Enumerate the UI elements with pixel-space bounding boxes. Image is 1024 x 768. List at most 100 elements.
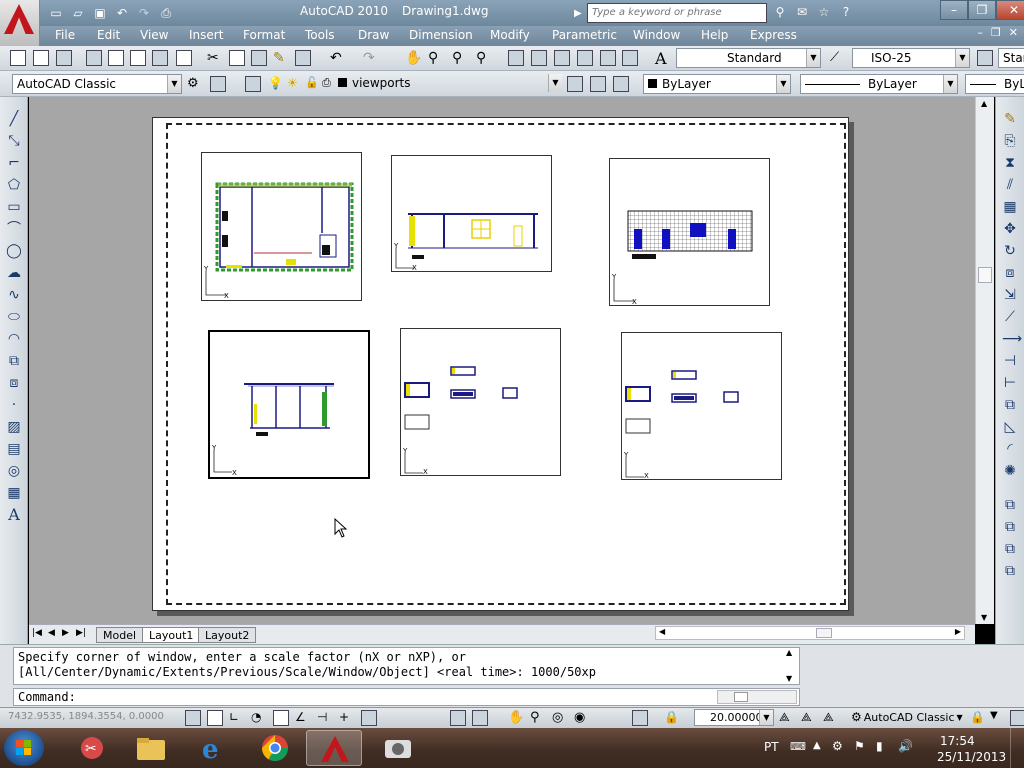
menu-format[interactable]: Format	[243, 28, 285, 42]
spline-icon[interactable]: ∿	[6, 287, 22, 303]
minimize-button[interactable]: –	[940, 0, 968, 20]
move-icon[interactable]: ✥	[1002, 221, 1018, 237]
lock-ui-icon[interactable]: 🔒	[970, 710, 986, 726]
command-hscroll-thumb[interactable]	[734, 692, 748, 702]
make-current-layer-icon[interactable]	[567, 76, 583, 92]
undo-toolbar-icon[interactable]: ↶	[330, 50, 346, 66]
command-input[interactable]: Command:	[13, 688, 800, 706]
point-icon[interactable]: ·	[6, 397, 22, 413]
revision-cloud-icon[interactable]: ☁	[6, 265, 22, 281]
pan-icon[interactable]: ✋	[405, 50, 422, 66]
bring-above-icon[interactable]: ⧉	[1002, 563, 1018, 579]
erase-icon[interactable]: ✎	[1002, 111, 1018, 127]
zoom-window-icon[interactable]: ⚲	[452, 50, 468, 66]
communication-center-icon[interactable]: ✉	[792, 3, 812, 21]
layer-on-icon[interactable]: 💡	[268, 76, 284, 92]
quick-view-layouts-icon[interactable]	[472, 710, 488, 726]
redo-toolbar-icon[interactable]: ↷	[363, 50, 379, 66]
zoom-previous-icon[interactable]: ⚲	[476, 50, 492, 66]
insert-block-icon[interactable]: ⧉	[6, 353, 22, 369]
plot-icon[interactable]: ⎙	[156, 4, 176, 22]
menu-edit[interactable]: Edit	[97, 28, 120, 42]
clock-time[interactable]: 17:54	[940, 734, 975, 748]
tab-model[interactable]: Model	[96, 627, 144, 643]
mirror-icon[interactable]: ⧗	[1002, 155, 1018, 171]
command-scroll-down-icon[interactable]: ▼	[786, 674, 792, 683]
scale-icon[interactable]: ⧈	[1002, 265, 1018, 281]
menu-file[interactable]: File	[55, 28, 75, 42]
status-menu-icon[interactable]: ▼	[990, 710, 1006, 726]
show-hidden-icons-icon[interactable]: ▲	[813, 740, 821, 751]
viewport-elevation[interactable]: X Y	[609, 158, 770, 306]
scroll-left-icon[interactable]: ◀	[659, 627, 665, 636]
maximize-viewport-icon[interactable]	[632, 710, 648, 726]
ellipse-icon[interactable]: ⬭	[6, 309, 22, 325]
taskbar-chrome[interactable]	[247, 730, 303, 766]
viewport-details-1[interactable]: X Y	[400, 328, 561, 476]
show-desktop-button[interactable]	[1010, 728, 1024, 768]
zoom-realtime-icon[interactable]: ⚲	[428, 50, 444, 66]
save-file-icon[interactable]	[56, 50, 72, 66]
menu-express[interactable]: Express	[750, 28, 797, 42]
application-menu-button[interactable]	[0, 0, 40, 46]
region-icon[interactable]: ◎	[6, 463, 22, 479]
properties-icon[interactable]	[508, 50, 524, 66]
menu-window[interactable]: Window	[633, 28, 680, 42]
workspace-select[interactable]: AutoCAD Classic ▼	[12, 74, 182, 94]
menu-help[interactable]: Help	[701, 28, 728, 42]
vertical-scroll-thumb[interactable]	[978, 267, 992, 283]
horizontal-scroll-thumb[interactable]	[816, 628, 832, 638]
dynamic-ucs-icon[interactable]: ⊣	[317, 710, 333, 726]
paste-icon[interactable]	[251, 50, 267, 66]
copy-icon[interactable]	[229, 50, 245, 66]
open-icon[interactable]: ▱	[68, 4, 88, 22]
clean-screen-icon[interactable]	[1010, 710, 1024, 726]
bring-to-front-icon[interactable]: ⧉	[1002, 519, 1018, 535]
break-icon[interactable]: ⊢	[1002, 375, 1018, 391]
tool-palettes-icon[interactable]	[554, 50, 570, 66]
ellipse-arc-icon[interactable]: ◠	[6, 331, 22, 347]
design-center-icon[interactable]	[531, 50, 547, 66]
rotate-icon[interactable]: ↻	[1002, 243, 1018, 259]
viewport-details-2[interactable]: X Y	[621, 332, 782, 480]
action-center-flag-icon[interactable]: ⚑	[854, 739, 865, 753]
line-icon[interactable]: ╱	[6, 111, 22, 127]
color-select[interactable]: ByLayer ▼	[643, 74, 791, 94]
doc-restore-button[interactable]: ❐	[991, 26, 1001, 39]
keyboard-icon[interactable]: ⌨	[790, 740, 806, 753]
network-icon[interactable]: ⚙	[832, 739, 843, 753]
copy-object-icon[interactable]: ⎘	[1002, 133, 1018, 149]
plot-preview-icon[interactable]	[108, 50, 124, 66]
publish-icon[interactable]	[130, 50, 146, 66]
stretch-icon[interactable]: ⇲	[1002, 287, 1018, 303]
model-paper-icon[interactable]	[450, 710, 466, 726]
help-icon[interactable]: ?	[836, 3, 856, 21]
viewport-section[interactable]: X Y	[391, 155, 552, 272]
layer-freeze-icon[interactable]: ☀	[287, 76, 303, 92]
scroll-down-icon[interactable]: ▼	[981, 613, 987, 622]
table-style-icon[interactable]	[977, 50, 993, 66]
layer-states-icon[interactable]	[613, 76, 629, 92]
menu-draw[interactable]: Draw	[358, 28, 389, 42]
viewport-floor-plan[interactable]: X Y	[201, 152, 362, 301]
polar-tracking-icon[interactable]: ◔	[251, 710, 267, 726]
taskbar-internet-explorer[interactable]: e	[186, 730, 242, 766]
plot-toolbar-icon[interactable]	[86, 50, 102, 66]
tab-layout2[interactable]: Layout2	[198, 627, 257, 643]
annotation-visibility-icon[interactable]: ⟁	[779, 710, 795, 726]
menu-view[interactable]: View	[140, 28, 168, 42]
search-input[interactable]: Type a keyword or phrase	[587, 3, 767, 23]
tab-last-icon[interactable]: ▶|	[76, 628, 86, 638]
vertical-scrollbar[interactable]: ▲ ▼	[975, 97, 994, 624]
status-zoom-icon[interactable]: ⚲	[530, 710, 546, 726]
tab-first-icon[interactable]: |◀	[32, 628, 42, 638]
tab-previous-icon[interactable]: ◀	[48, 628, 55, 638]
offset-icon[interactable]: ⫽	[1002, 177, 1018, 193]
explode-icon[interactable]: ✺	[1002, 463, 1018, 479]
status-pan-icon[interactable]: ✋	[508, 710, 524, 726]
restore-button[interactable]: ❐	[968, 0, 996, 20]
fillet-icon[interactable]: ◜	[1002, 441, 1018, 457]
text-style-icon[interactable]: A	[655, 49, 671, 68]
trim-icon[interactable]: ⟋	[1002, 309, 1018, 325]
lock-viewport-icon[interactable]: 🔒	[664, 710, 680, 726]
